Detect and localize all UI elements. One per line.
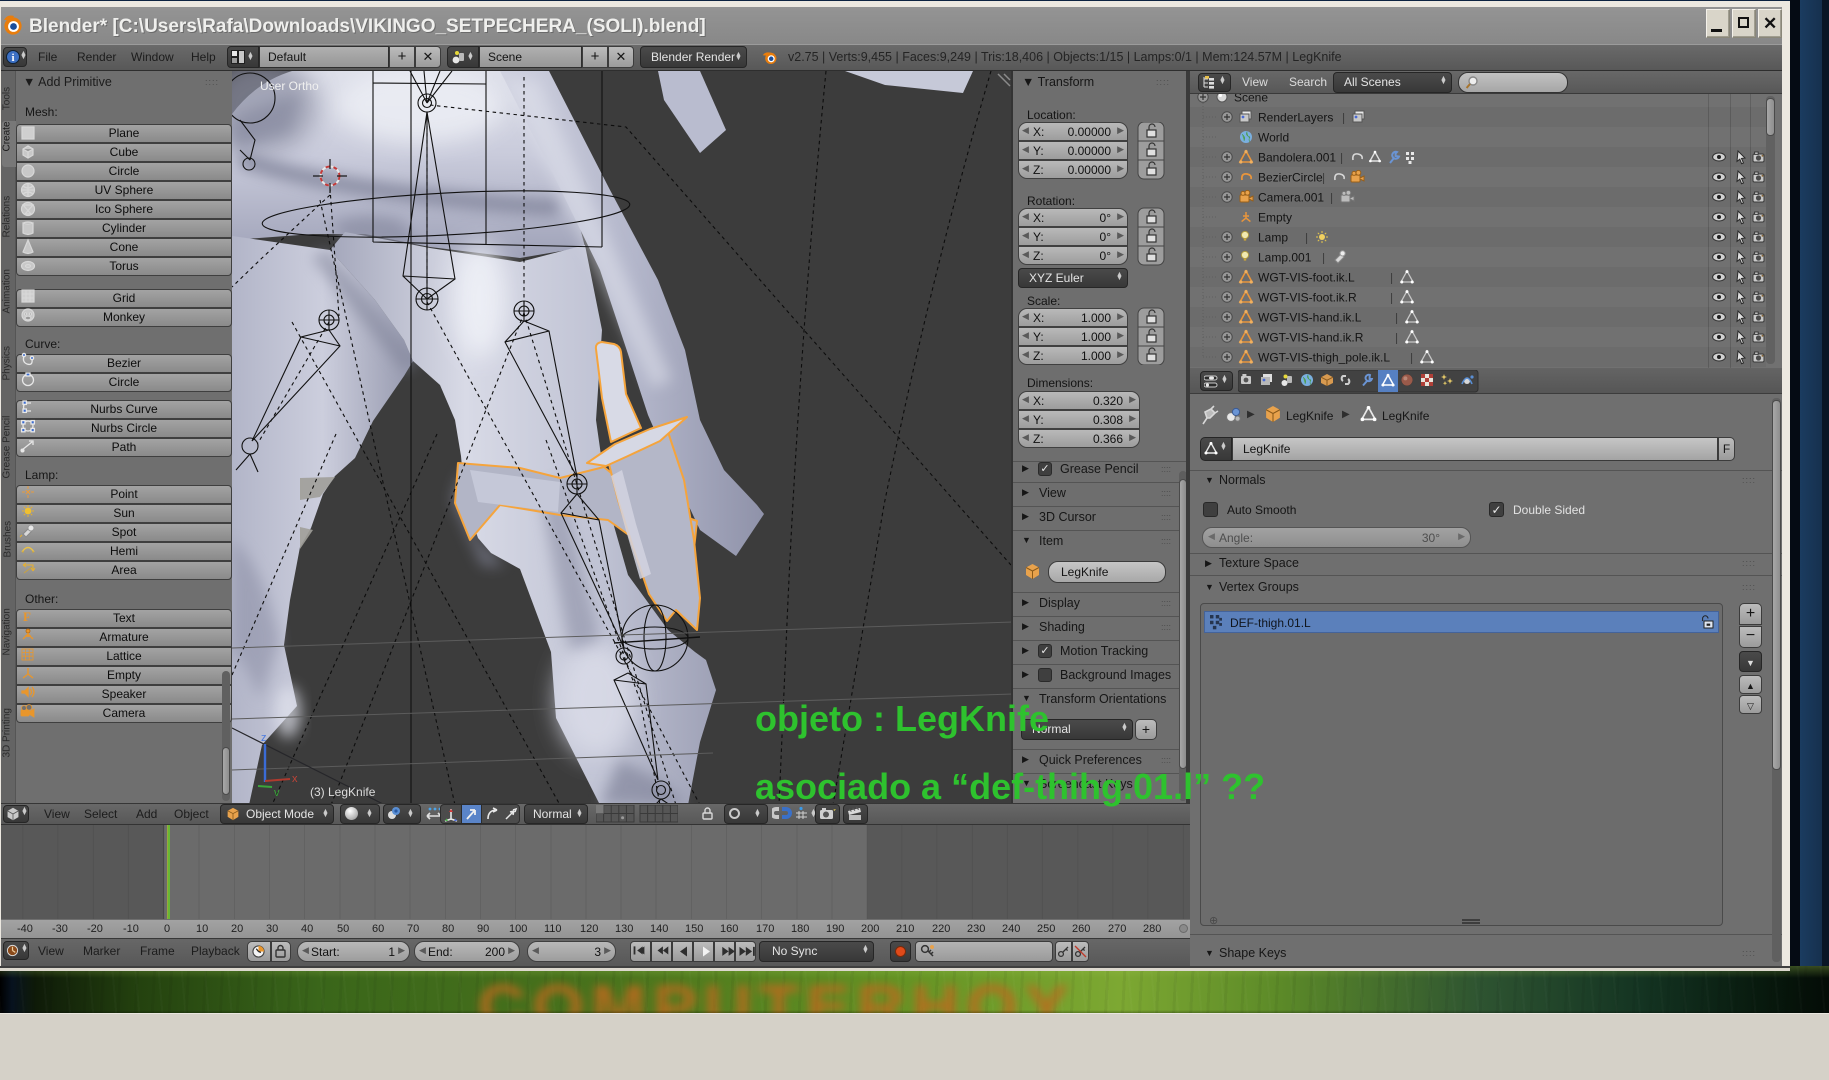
svg-text:Lamp.001: Lamp.001 [1258,251,1312,265]
svg-text:F: F [23,609,31,624]
svg-text:RenderLayers: RenderLayers [1258,111,1333,125]
svg-text:Lamp: Lamp [1258,231,1288,245]
svg-text:WGT-VIS-foot.ik.R: WGT-VIS-foot.ik.R [1258,291,1357,305]
svg-text:x: x [292,773,298,785]
svg-text:Empty: Empty [1258,211,1292,225]
svg-text:WGT-VIS-hand.ik.L: WGT-VIS-hand.ik.L [1258,311,1362,325]
svg-text:|: | [1390,291,1393,305]
svg-text:BezierCircle: BezierCircle [1258,171,1323,185]
svg-text:World: World [1258,131,1289,145]
svg-text:WGT-VIS-thigh_pole.ik.L: WGT-VIS-thigh_pole.ik.L [1258,351,1390,365]
svg-text:v: v [274,787,280,799]
svg-text:|: | [1410,351,1413,365]
svg-text:|: | [1395,331,1398,345]
svg-text:|: | [1305,231,1308,245]
svg-text:|: | [1322,171,1325,185]
svg-text:Camera.001: Camera.001 [1258,191,1324,205]
svg-text:WGT-VIS-foot.ik.L: WGT-VIS-foot.ik.L [1258,271,1355,285]
svg-text:z: z [261,732,267,744]
svg-text:|: | [1340,151,1343,165]
svg-text:|: | [1322,251,1325,265]
svg-text:WGT-VIS-hand.ik.R: WGT-VIS-hand.ik.R [1258,331,1364,345]
svg-text:|: | [1342,111,1345,125]
svg-text:Bandolera.001: Bandolera.001 [1258,151,1336,165]
svg-text:(3) LegKnife: (3) LegKnife [310,785,376,799]
svg-text:|: | [1390,271,1393,285]
svg-text:|: | [1330,191,1333,205]
svg-text:User Ortho: User Ortho [260,79,319,93]
svg-text:|: | [1395,311,1398,325]
